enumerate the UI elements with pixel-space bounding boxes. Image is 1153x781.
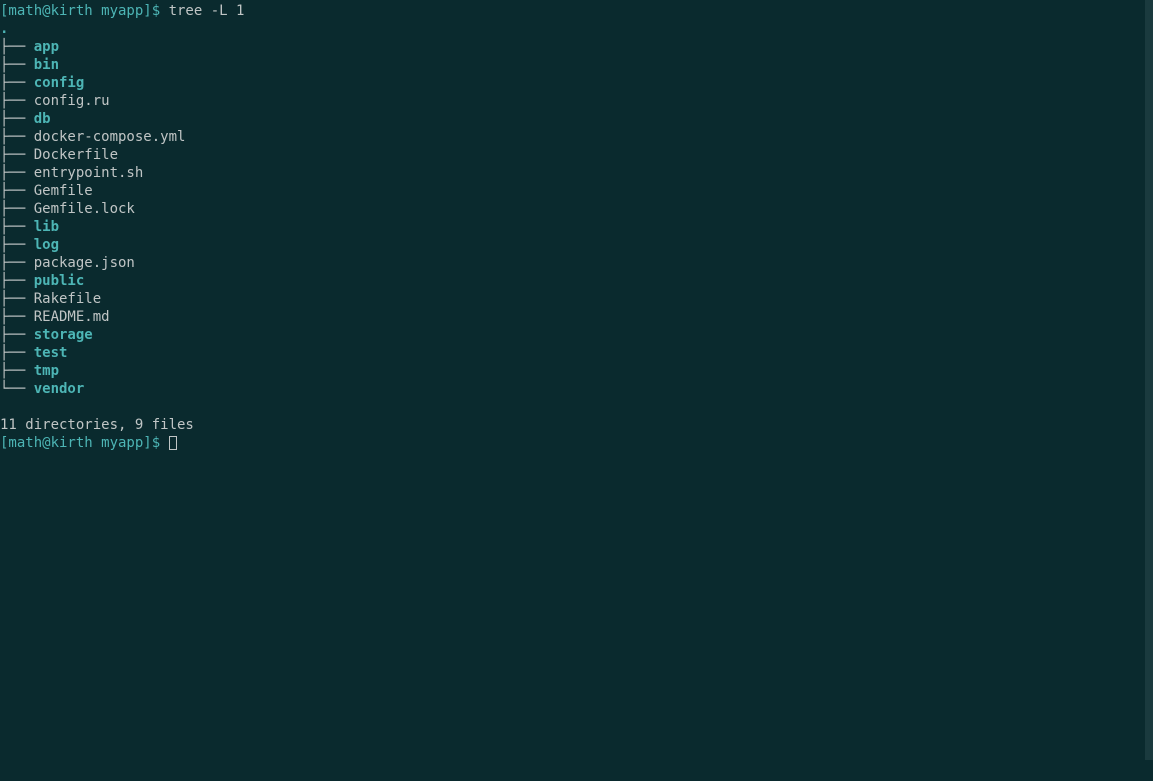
directory-name: storage <box>34 326 93 344</box>
tree-branch-icon: ├── <box>0 344 34 362</box>
tree-item: ├── lib <box>0 218 1145 236</box>
tree-branch-icon: ├── <box>0 146 34 164</box>
directory-name: vendor <box>34 380 85 398</box>
tree-branch-icon: ├── <box>0 92 34 110</box>
directory-name: config <box>34 74 85 92</box>
tree-item: └── vendor <box>0 380 1145 398</box>
tree-item: ├── bin <box>0 56 1145 74</box>
file-name: docker-compose.yml <box>34 128 186 146</box>
tree-item: ├── config <box>0 74 1145 92</box>
tree-item: ├── README.md <box>0 308 1145 326</box>
tree-branch-icon: ├── <box>0 326 34 344</box>
tree-item: ├── Gemfile.lock <box>0 200 1145 218</box>
command-text: tree -L 1 <box>169 3 245 19</box>
command-line-1: [math@kirth myapp]$ tree -L 1 <box>0 2 1145 20</box>
tree-item: ├── package.json <box>0 254 1145 272</box>
shell-prompt: [math@kirth myapp]$ <box>0 3 169 19</box>
tree-branch-icon: ├── <box>0 164 34 182</box>
file-name: README.md <box>34 308 110 326</box>
tree-item: ├── public <box>0 272 1145 290</box>
file-name: entrypoint.sh <box>34 164 144 182</box>
directory-name: log <box>34 236 59 254</box>
tree-item: ├── Rakefile <box>0 290 1145 308</box>
tree-item: ├── config.ru <box>0 92 1145 110</box>
tree-branch-icon: ├── <box>0 362 34 380</box>
tree-item: ├── test <box>0 344 1145 362</box>
directory-name: db <box>34 110 51 128</box>
tree-branch-icon: ├── <box>0 254 34 272</box>
tree-branch-icon: ├── <box>0 128 34 146</box>
tree-item: ├── db <box>0 110 1145 128</box>
file-name: Gemfile.lock <box>34 200 135 218</box>
tree-branch-icon: ├── <box>0 56 34 74</box>
directory-name: lib <box>34 218 59 236</box>
directory-name: public <box>34 272 85 290</box>
scrollbar[interactable] <box>1145 0 1153 781</box>
file-name: package.json <box>34 254 135 272</box>
directory-name: app <box>34 38 59 56</box>
tree-branch-icon: ├── <box>0 218 34 236</box>
tree-branch-icon: └── <box>0 380 34 398</box>
tree-branch-icon: ├── <box>0 74 34 92</box>
root-dot: . <box>0 21 8 37</box>
tree-listing: ├── app├── bin├── config├── config.ru├──… <box>0 38 1145 398</box>
directory-name: test <box>34 344 68 362</box>
tree-branch-icon: ├── <box>0 182 34 200</box>
tree-item: ├── entrypoint.sh <box>0 164 1145 182</box>
tree-branch-icon: ├── <box>0 200 34 218</box>
tree-item: ├── storage <box>0 326 1145 344</box>
tree-branch-icon: ├── <box>0 272 34 290</box>
blank-line <box>0 398 1145 416</box>
file-name: Dockerfile <box>34 146 118 164</box>
terminal-output[interactable]: [math@kirth myapp]$ tree -L 1 . ├── app├… <box>0 0 1145 781</box>
tree-branch-icon: ├── <box>0 110 34 128</box>
tree-branch-icon: ├── <box>0 290 34 308</box>
tree-item: ├── docker-compose.yml <box>0 128 1145 146</box>
scrollbar-thumb[interactable] <box>1145 0 1153 760</box>
file-name: config.ru <box>34 92 110 110</box>
tree-item: ├── tmp <box>0 362 1145 380</box>
file-name: Gemfile <box>34 182 93 200</box>
tree-item: ├── log <box>0 236 1145 254</box>
command-line-2: [math@kirth myapp]$ <box>0 434 1145 452</box>
cursor-icon <box>169 436 177 450</box>
tree-root: . <box>0 20 1145 38</box>
tree-branch-icon: ├── <box>0 236 34 254</box>
tree-item: ├── Gemfile <box>0 182 1145 200</box>
directory-name: bin <box>34 56 59 74</box>
tree-summary: 11 directories, 9 files <box>0 416 1145 434</box>
tree-item: ├── Dockerfile <box>0 146 1145 164</box>
shell-prompt: [math@kirth myapp]$ <box>0 435 169 451</box>
tree-item: ├── app <box>0 38 1145 56</box>
directory-name: tmp <box>34 362 59 380</box>
tree-branch-icon: ├── <box>0 308 34 326</box>
file-name: Rakefile <box>34 290 101 308</box>
tree-branch-icon: ├── <box>0 38 34 56</box>
